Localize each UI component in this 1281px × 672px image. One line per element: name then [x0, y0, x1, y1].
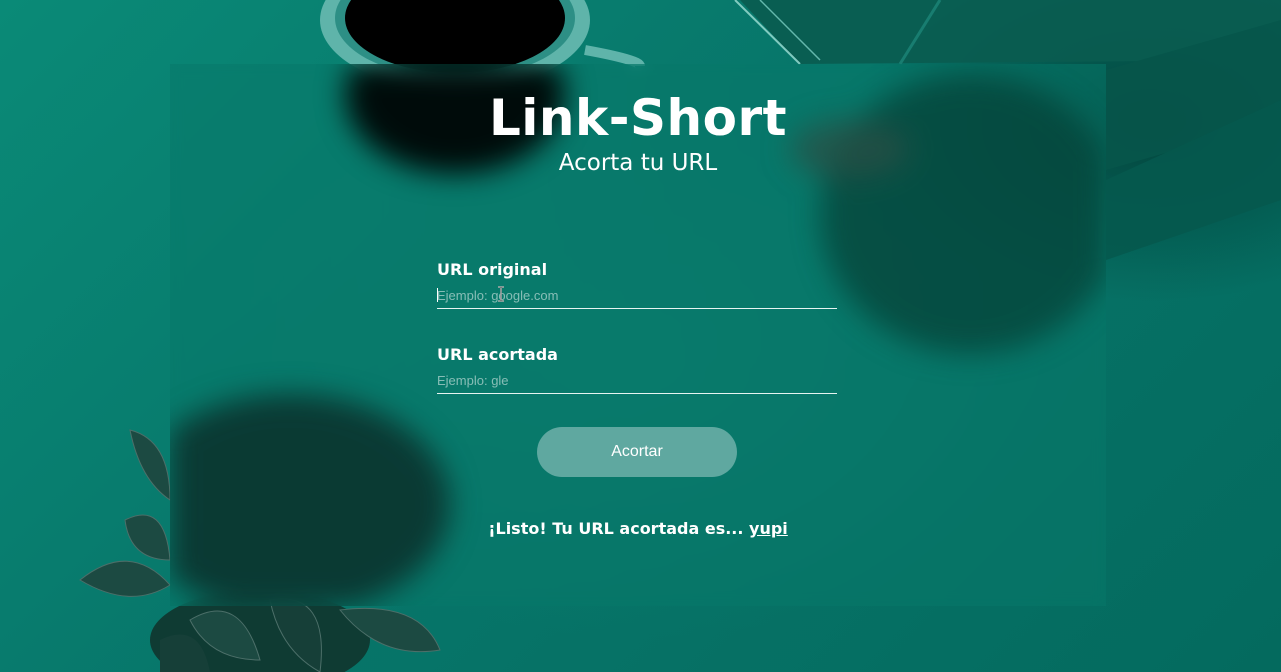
shortened-url-field: URL acortada — [437, 345, 837, 394]
main-card: Link-Short Acorta tu URL URL original UR… — [170, 64, 1106, 606]
original-url-field: URL original — [437, 260, 837, 309]
original-url-label: URL original — [437, 260, 548, 279]
result-text: ¡Listo! Tu URL acortada es... — [488, 519, 744, 538]
shorten-button[interactable]: Acortar — [537, 427, 737, 477]
short-url-link[interactable]: yupi — [749, 519, 788, 538]
ibeam-cursor-icon — [498, 286, 504, 302]
shortened-url-input[interactable] — [437, 371, 837, 394]
page-subtitle: Acorta tu URL — [558, 150, 718, 176]
page-title: Link-Short — [488, 89, 788, 147]
text-caret — [437, 288, 438, 302]
shortened-url-label: URL acortada — [437, 345, 558, 364]
result-message: ¡Listo! Tu URL acortada es... yupi — [170, 519, 1106, 539]
